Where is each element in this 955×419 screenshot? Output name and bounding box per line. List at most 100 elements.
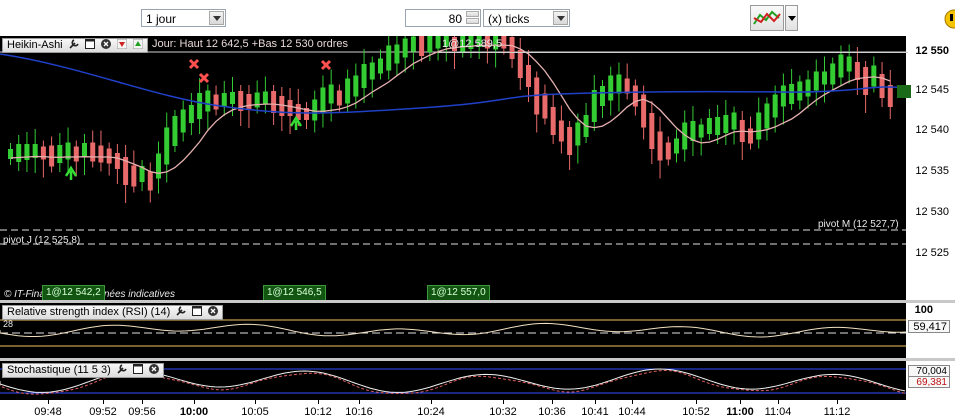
candle-body — [723, 115, 729, 133]
price-chart — [0, 36, 906, 245]
trade-tag[interactable]: 1@12 542,2 — [42, 285, 105, 301]
stochastic-value-d: 69,381 — [908, 376, 950, 388]
x-tick-label: 10:41 — [581, 406, 609, 418]
ticks-unit-value: (x) ticks — [488, 12, 530, 26]
close-icon[interactable] — [148, 364, 159, 374]
x-tick-mark — [503, 400, 504, 404]
close-icon[interactable] — [208, 306, 219, 316]
chart-style-icon — [753, 10, 781, 25]
trade-tag[interactable]: 1@12 546,5 — [263, 285, 326, 301]
candle-body — [205, 90, 211, 112]
rsi-value-badge: 59,417 — [908, 320, 950, 333]
candle-body — [567, 127, 573, 155]
candle-body — [600, 86, 605, 106]
current-price-marker — [897, 85, 911, 98]
maximize-icon[interactable] — [132, 364, 143, 374]
buy-order-icon[interactable] — [132, 38, 144, 50]
candle-body — [756, 112, 762, 140]
candle-body — [394, 44, 400, 64]
candle-body — [550, 107, 556, 135]
candle-body — [262, 91, 268, 105]
maximize-icon[interactable] — [84, 39, 95, 49]
price-axis: 12 550 12 545 12 540 12 535 12 530 12 52… — [906, 36, 955, 300]
rsi-axis: 100 59,417 — [906, 303, 955, 358]
chart-style-dropdown[interactable] — [785, 5, 798, 31]
x-tick-mark — [103, 400, 104, 404]
candle-body — [780, 85, 786, 107]
candle-body — [73, 146, 79, 162]
price-panel-header[interactable]: Heikin-Ashi — [2, 38, 148, 53]
rsi-level-100: 100 — [914, 304, 933, 316]
price-chart-panel[interactable] — [0, 36, 906, 300]
period-select[interactable]: 1 jour — [141, 9, 226, 27]
wrench-icon[interactable] — [69, 39, 79, 49]
stochastic-panel-header[interactable]: Stochastique (11 5 3) — [2, 363, 164, 378]
x-tick-label: 10:52 — [682, 406, 710, 418]
x-tick-mark — [552, 400, 553, 404]
x-tick-mark — [318, 400, 319, 404]
pivot-m-label: pivot M (12 527,7) — [818, 219, 899, 230]
ticks-count-input[interactable]: 80 — [405, 9, 481, 27]
x-tick-label: 10:24 — [417, 406, 445, 418]
trade-tag[interactable]: 1@12 557,0 — [427, 285, 490, 301]
candle-body — [674, 138, 679, 154]
candle-body — [715, 117, 721, 135]
x-tick-mark — [255, 400, 256, 404]
candle-body — [353, 75, 359, 97]
candle-body — [336, 90, 342, 106]
candle-body — [246, 94, 252, 110]
x-tick-mark — [194, 400, 195, 404]
candle-body — [386, 45, 392, 71]
order-line[interactable]: 1@12 589,5 — [438, 37, 908, 53]
candle-body — [188, 105, 194, 123]
wrench-icon[interactable] — [176, 306, 187, 316]
x-tick-label: 09:56 — [128, 406, 156, 418]
ticks-unit-select[interactable]: (x) ticks — [483, 9, 570, 27]
candle-body — [822, 71, 827, 85]
x-tick-mark — [595, 400, 596, 404]
y-tick-12545: 12 545 — [915, 84, 949, 96]
y-tick-12550: 12 550 — [915, 45, 949, 57]
x-tick-label: 10:05 — [241, 406, 269, 418]
sell-signal-icon — [188, 58, 200, 70]
x-tick-mark — [696, 400, 697, 404]
candle-body — [361, 64, 367, 88]
chevron-down-icon[interactable] — [553, 11, 568, 25]
x-tick-mark — [359, 400, 360, 404]
candle-body — [616, 74, 622, 94]
maximize-icon[interactable] — [192, 306, 203, 316]
candle-body — [772, 94, 778, 118]
spinner-arrows-icon[interactable] — [466, 11, 479, 25]
y-tick-12540: 12 540 — [915, 124, 949, 136]
chevron-down-icon[interactable] — [209, 11, 224, 25]
chart-style-button[interactable] — [750, 5, 784, 31]
rsi-panel-header[interactable]: Relative strength index (RSI) (14) — [2, 305, 224, 320]
candle-body — [230, 92, 235, 104]
x-tick-label: 10:44 — [618, 406, 646, 418]
pivot-j-label: pivot J (12 525,8) — [3, 235, 81, 246]
close-icon[interactable] — [100, 39, 111, 49]
x-tick-label: 11:00 — [726, 406, 754, 418]
rsi-level-label: 28 — [3, 319, 14, 329]
candle-body — [40, 146, 46, 160]
stochastic-axis: 70,004 69,381 — [906, 361, 955, 400]
candle-body — [131, 165, 137, 187]
candle-body — [854, 62, 860, 80]
x-tick-label: 10:12 — [304, 406, 332, 418]
stochastic-panel-title: Stochastique (11 5 3) — [7, 364, 111, 376]
candle-body — [657, 131, 663, 161]
candle-body — [57, 145, 63, 163]
candle-body — [558, 120, 564, 142]
candle-body — [542, 93, 548, 119]
candle-body — [698, 124, 704, 138]
alert-icon[interactable] — [940, 8, 955, 30]
wrench-icon[interactable] — [117, 364, 127, 374]
sell-order-icon[interactable] — [116, 38, 128, 50]
candle-body — [649, 113, 655, 149]
candle-body — [427, 36, 433, 52]
x-tick-label: 09:52 — [89, 406, 117, 418]
rsi-panel-title: Relative strength index (RSI) (14) — [7, 306, 171, 318]
period-select-value: 1 jour — [146, 12, 177, 26]
candle-body — [345, 78, 351, 104]
candle-body — [287, 100, 293, 116]
